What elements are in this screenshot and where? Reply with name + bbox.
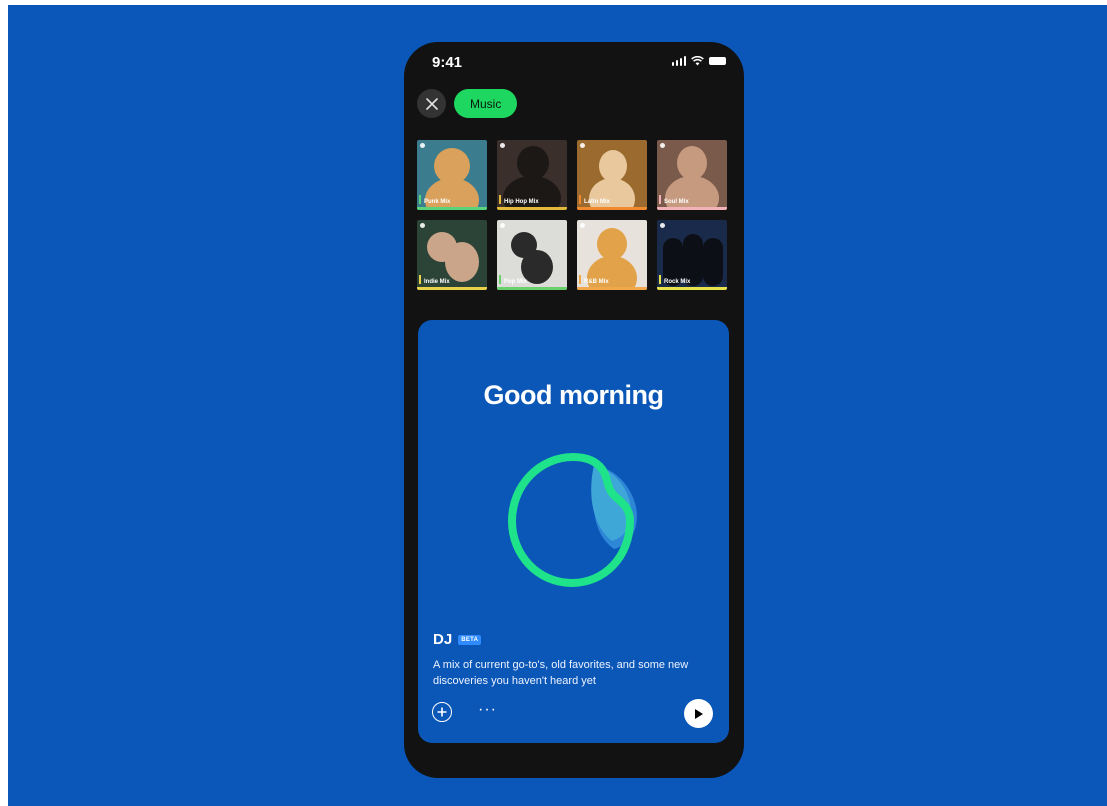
mix-grid: Punk Mix Hip Hop Mix Latin Mix Soul Mix … bbox=[417, 140, 729, 290]
background: 9:41 Music Punk Mix Hip Hop Mix Latin Mi… bbox=[8, 5, 1107, 806]
close-button[interactable] bbox=[417, 89, 446, 118]
greeting-title: Good morning bbox=[483, 380, 664, 410]
mix-tile[interactable]: Punk Mix bbox=[417, 140, 487, 210]
plus-circle-icon bbox=[437, 707, 447, 717]
mix-color-bar bbox=[577, 207, 647, 210]
music-filter-chip[interactable]: Music bbox=[454, 89, 518, 118]
mix-stripe bbox=[579, 275, 581, 284]
mix-artwork bbox=[677, 146, 707, 180]
dj-title-row: DJ BETA bbox=[433, 631, 482, 648]
mix-label: R&B Mix bbox=[584, 279, 609, 285]
phone-frame: 9:41 Music Punk Mix Hip Hop Mix Latin Mi… bbox=[404, 42, 744, 778]
mix-tile[interactable]: Pop Mix bbox=[497, 220, 567, 290]
mix-stripe bbox=[499, 195, 501, 204]
dj-card[interactable]: Good morning DJ BETA A mix of current go… bbox=[418, 320, 729, 743]
mix-tile[interactable]: Rock Mix bbox=[657, 220, 727, 290]
mix-color-bar bbox=[657, 287, 727, 290]
mix-color-bar bbox=[417, 287, 487, 290]
spotify-logo-icon bbox=[500, 223, 505, 228]
mix-artwork bbox=[703, 238, 723, 286]
battery-icon bbox=[709, 57, 726, 65]
mix-tile[interactable]: Latin Mix bbox=[577, 140, 647, 210]
mix-label: Soul Mix bbox=[664, 199, 689, 205]
mix-label: Punk Mix bbox=[424, 199, 451, 205]
mix-tile[interactable]: Indie Mix bbox=[417, 220, 487, 290]
spotify-logo-icon bbox=[420, 223, 425, 228]
status-icons bbox=[671, 56, 726, 66]
mix-color-bar bbox=[577, 287, 647, 290]
status-bar: 9:41 bbox=[404, 42, 744, 86]
mix-stripe bbox=[659, 195, 661, 204]
mix-stripe bbox=[579, 195, 581, 204]
spotify-logo-icon bbox=[660, 143, 665, 148]
play-button[interactable] bbox=[684, 699, 713, 728]
mix-label: Rock Mix bbox=[664, 279, 691, 285]
mix-artwork bbox=[425, 178, 479, 210]
mix-color-bar bbox=[657, 207, 727, 210]
spotify-logo-icon bbox=[420, 143, 425, 148]
beta-badge: BETA bbox=[458, 634, 482, 645]
mix-tile[interactable]: Soul Mix bbox=[657, 140, 727, 210]
add-button[interactable] bbox=[432, 702, 452, 722]
mix-artwork bbox=[517, 146, 549, 180]
mix-stripe bbox=[419, 275, 421, 284]
dj-title: DJ bbox=[433, 631, 453, 648]
signal-icon bbox=[671, 56, 686, 66]
more-options-button[interactable]: ··· bbox=[478, 702, 497, 718]
mix-color-bar bbox=[417, 207, 487, 210]
mix-label: Pop Mix bbox=[504, 279, 528, 285]
mix-label: Indie Mix bbox=[424, 279, 450, 285]
spotify-logo-icon bbox=[500, 143, 505, 148]
dj-description: A mix of current go-to's, old favorites,… bbox=[433, 659, 689, 687]
mix-artwork bbox=[445, 242, 479, 282]
wifi-icon bbox=[691, 56, 704, 66]
spotify-logo-icon bbox=[580, 223, 585, 228]
mix-color-bar bbox=[497, 207, 567, 210]
mix-color-bar bbox=[497, 287, 567, 290]
play-icon bbox=[695, 708, 703, 719]
mix-tile[interactable]: Hip Hop Mix bbox=[497, 140, 567, 210]
dj-ring-artwork bbox=[508, 453, 637, 587]
status-time: 9:41 bbox=[432, 54, 463, 71]
mix-label: Latin Mix bbox=[584, 199, 611, 205]
mix-artwork bbox=[589, 178, 635, 210]
mix-stripe bbox=[419, 195, 421, 204]
spotify-logo-icon bbox=[580, 143, 585, 148]
mix-stripe bbox=[659, 275, 661, 284]
mix-tile[interactable]: R&B Mix bbox=[577, 220, 647, 290]
close-icon bbox=[425, 97, 438, 110]
filter-bar: Music bbox=[417, 89, 518, 118]
spotify-logo-icon bbox=[660, 223, 665, 228]
mix-stripe bbox=[499, 275, 501, 284]
mix-label: Hip Hop Mix bbox=[504, 199, 539, 205]
